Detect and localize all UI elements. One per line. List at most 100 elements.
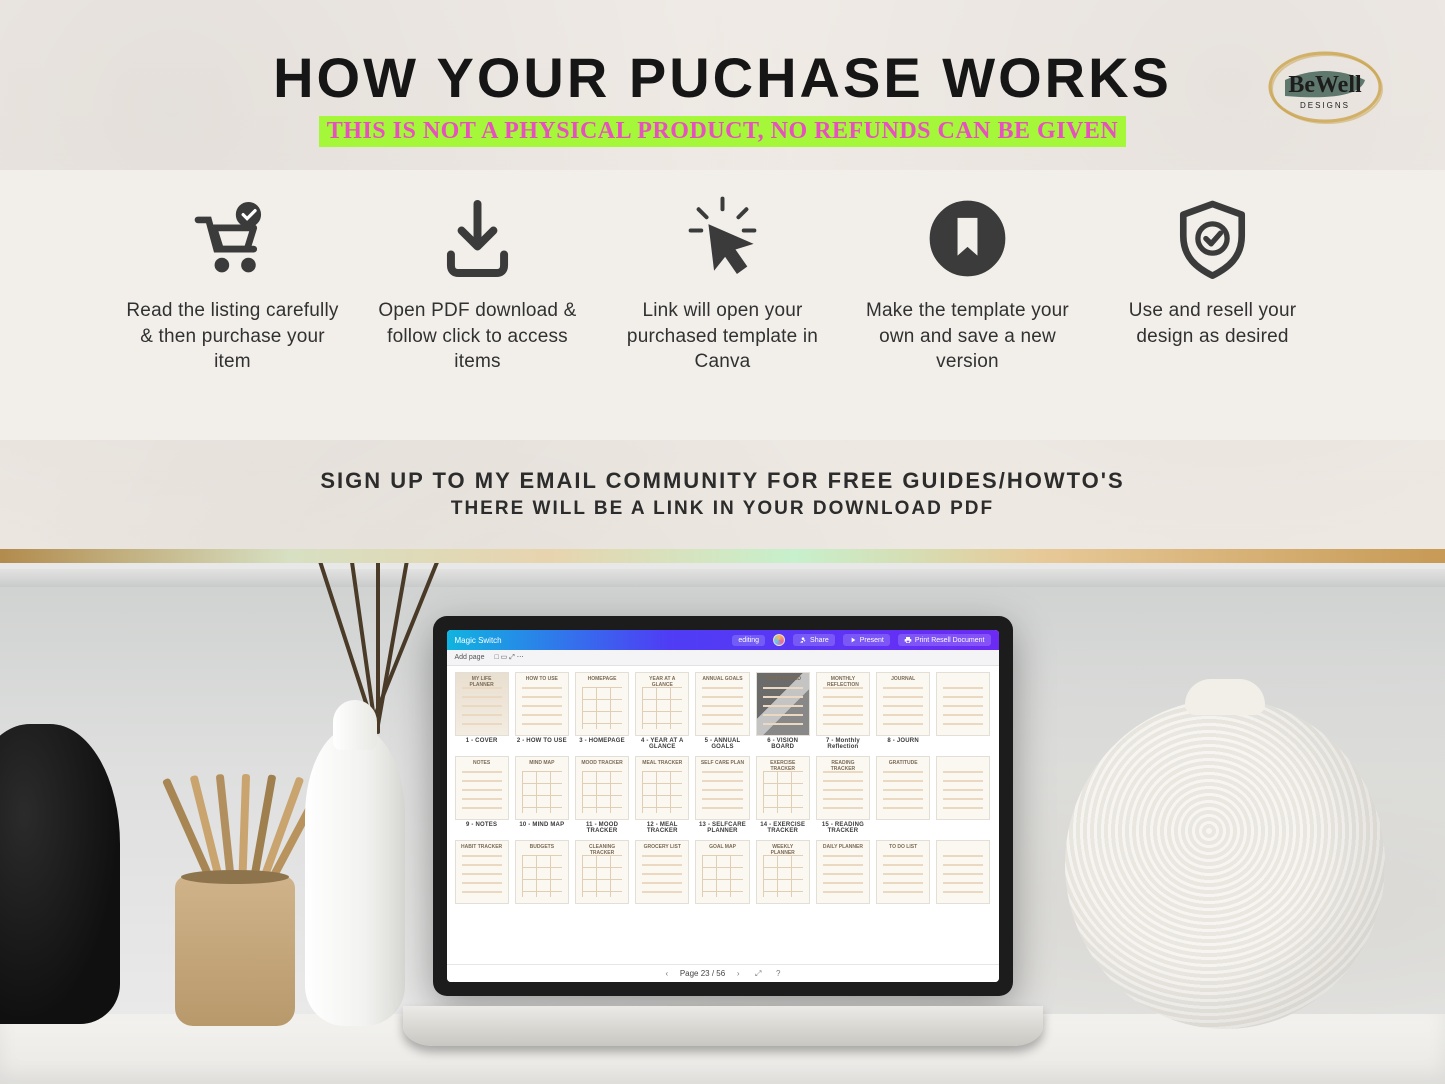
header: HOW YOUR PUCHASE WORKS THIS IS NOT A PHY… bbox=[0, 45, 1445, 147]
page-thumb-wrap: HABIT TRACKER bbox=[455, 840, 509, 906]
page-thumb[interactable]: MEAL TRACKER bbox=[635, 756, 689, 820]
step-2-text: Open PDF download & follow click to acce… bbox=[365, 298, 590, 375]
page-thumb[interactable]: NOTES bbox=[455, 756, 509, 820]
thumb-title: DAILY PLANNER bbox=[821, 844, 865, 850]
present-button[interactable]: Present bbox=[843, 634, 890, 646]
thumb-title: HOW TO USE bbox=[520, 676, 564, 682]
avatar[interactable] bbox=[773, 634, 785, 646]
thumb-label: 9 - NOTES bbox=[455, 822, 509, 828]
page-thumb[interactable]: ANNUAL GOALS bbox=[695, 672, 749, 736]
laptop-base bbox=[403, 1006, 1043, 1046]
thumb-label: 5 - ANNUAL GOALS bbox=[695, 738, 749, 750]
prev-page-button[interactable]: ‹ bbox=[660, 969, 674, 978]
toolbar-icons[interactable]: □ ▭ ⤢ ⋯ bbox=[494, 653, 523, 662]
page-thumb[interactable]: SELF CARE PLAN bbox=[695, 756, 749, 820]
page-thumb[interactable]: BUDGETS bbox=[515, 840, 569, 904]
thumb-title: MOOD TRACKER bbox=[580, 760, 624, 766]
page-thumb[interactable] bbox=[936, 840, 990, 904]
shield-check-icon bbox=[1170, 196, 1255, 281]
page-thumb[interactable]: EXERCISE TRACKER bbox=[756, 756, 810, 820]
page-thumb[interactable]: MONTHLY REFLECTION bbox=[816, 672, 870, 736]
thumb-label: 15 - READING TRACKER bbox=[816, 822, 870, 834]
page-thumb[interactable]: HABIT TRACKER bbox=[455, 840, 509, 904]
subtitle-highlight: THIS IS NOT A PHYSICAL PRODUCT, NO REFUN… bbox=[319, 116, 1126, 147]
community-line1: SIGN UP TO MY EMAIL COMMUNITY FOR FREE G… bbox=[0, 468, 1445, 494]
page-thumb[interactable]: CLEANING TRACKER bbox=[575, 840, 629, 904]
autosave-chip[interactable]: editing bbox=[732, 635, 765, 646]
page-thumb[interactable] bbox=[936, 756, 990, 820]
page-thumb[interactable]: GROCERY LIST bbox=[635, 840, 689, 904]
thumb-title: MIND MAP bbox=[520, 760, 564, 766]
thumb-label: 7 - Monthly Reflection bbox=[816, 738, 870, 750]
cart-check-icon bbox=[190, 196, 275, 281]
page-thumb[interactable]: GOAL MAP bbox=[695, 840, 749, 904]
step-3-text: Link will open your purchased template i… bbox=[610, 298, 835, 375]
page-thumb-wrap: MOOD TRACKER 11 - MOOD TRACKER bbox=[575, 756, 629, 834]
print-button[interactable]: Print Resell Document bbox=[898, 634, 991, 646]
dark-vase bbox=[0, 724, 120, 1024]
download-icon bbox=[435, 196, 520, 281]
cursor-click-icon bbox=[680, 196, 765, 281]
add-page-button[interactable]: Add page bbox=[455, 654, 485, 661]
page-thumb-wrap: TO DO LIST bbox=[876, 840, 930, 906]
next-page-button[interactable]: › bbox=[731, 969, 745, 978]
page-thumb[interactable] bbox=[936, 672, 990, 736]
help-button[interactable]: ? bbox=[771, 969, 785, 978]
thumb-title: GROCERY LIST bbox=[640, 844, 684, 850]
page-thumb-wrap: EXERCISE TRACKER 14 - EXERCISE TRACKER bbox=[756, 756, 810, 834]
thumb-title: TO DO LIST bbox=[881, 844, 925, 850]
page-thumb-wrap: DAILY PLANNER bbox=[816, 840, 870, 906]
page-grid: MY LIFE PLANNER1 - COVERHOW TO USE2 - HO… bbox=[455, 672, 991, 906]
thumb-title: MEAL TRACKER bbox=[640, 760, 684, 766]
page-thumb-wrap bbox=[936, 756, 990, 834]
user-plus-icon bbox=[799, 636, 807, 644]
thumb-label: 14 - EXERCISE TRACKER bbox=[756, 822, 810, 834]
zoom-button[interactable]: ⤢ bbox=[751, 969, 765, 979]
pencil-cup bbox=[175, 876, 295, 1026]
page-thumb-wrap: GROCERY LIST bbox=[635, 840, 689, 906]
thumb-title: HOMEPAGE bbox=[580, 676, 624, 682]
laptop-mockup: Magic Switch editing Share Present bbox=[403, 616, 1043, 1046]
thumb-title: GRATITUDE bbox=[881, 760, 925, 766]
community-line2: THERE WILL BE A LINK IN YOUR DOWNLOAD PD… bbox=[0, 498, 1445, 520]
page-thumb[interactable]: GRATITUDE bbox=[876, 756, 930, 820]
page-thumb[interactable]: MOOD TRACKER bbox=[575, 756, 629, 820]
page-thumb[interactable]: MIND MAP bbox=[515, 756, 569, 820]
thumb-title: ANNUAL GOALS bbox=[700, 676, 744, 682]
thumb-label: 6 - VISION BOARD bbox=[756, 738, 810, 750]
steps-band: Read the listing carefully & then purcha… bbox=[0, 170, 1445, 440]
thumb-label: 4 - YEAR AT A GLANCE bbox=[635, 738, 689, 750]
page-thumb[interactable]: VISION BOARD bbox=[756, 672, 810, 736]
page-thumb[interactable]: HOMEPAGE bbox=[575, 672, 629, 736]
thumb-label: 11 - MOOD TRACKER bbox=[575, 822, 629, 834]
share-button[interactable]: Share bbox=[793, 634, 835, 646]
page-title: HOW YOUR PUCHASE WORKS bbox=[40, 45, 1405, 110]
page-thumb-wrap: MIND MAP10 - MIND MAP bbox=[515, 756, 569, 834]
printer-icon bbox=[904, 636, 912, 644]
step-1: Read the listing carefully & then purcha… bbox=[110, 188, 355, 375]
page-thumb-wrap: JOURNAL 8 - JOURN bbox=[876, 672, 930, 750]
page-thumb[interactable]: JOURNAL bbox=[876, 672, 930, 736]
page-thumb[interactable]: TO DO LIST bbox=[876, 840, 930, 904]
thumb-label: 3 - HOMEPAGE bbox=[575, 738, 629, 744]
desk-scene: Magic Switch editing Share Present bbox=[0, 563, 1445, 1084]
page-thumb-wrap: WEEKLY PLANNER bbox=[756, 840, 810, 906]
page-thumb-wrap: SELF CARE PLAN13 - SELFCARE PLANNER bbox=[695, 756, 749, 834]
page-thumb[interactable]: MY LIFE PLANNER bbox=[455, 672, 509, 736]
page-thumb[interactable]: WEEKLY PLANNER bbox=[756, 840, 810, 904]
shelf-edge bbox=[0, 563, 1445, 587]
thumb-title: VISION BOARD bbox=[761, 676, 805, 682]
step-2: Open PDF download & follow click to acce… bbox=[355, 188, 600, 375]
canva-pages[interactable]: MY LIFE PLANNER1 - COVERHOW TO USE2 - HO… bbox=[447, 666, 999, 964]
thumb-label: 8 - JOURN bbox=[876, 738, 930, 744]
page-thumb[interactable]: DAILY PLANNER bbox=[816, 840, 870, 904]
page-thumb[interactable]: HOW TO USE bbox=[515, 672, 569, 736]
page-thumb[interactable]: YEAR AT A GLANCE bbox=[635, 672, 689, 736]
white-vase bbox=[305, 726, 405, 1026]
page-thumb-wrap: HOW TO USE2 - HOW TO USE bbox=[515, 672, 569, 750]
page-thumb-wrap: READING TRACKER 15 - READING TRACKER bbox=[816, 756, 870, 834]
page-thumb[interactable]: READING TRACKER bbox=[816, 756, 870, 820]
page-thumb-wrap: GRATITUDE bbox=[876, 756, 930, 834]
thumb-title: HABIT TRACKER bbox=[460, 844, 504, 850]
page-thumb-wrap: BUDGETS bbox=[515, 840, 569, 906]
